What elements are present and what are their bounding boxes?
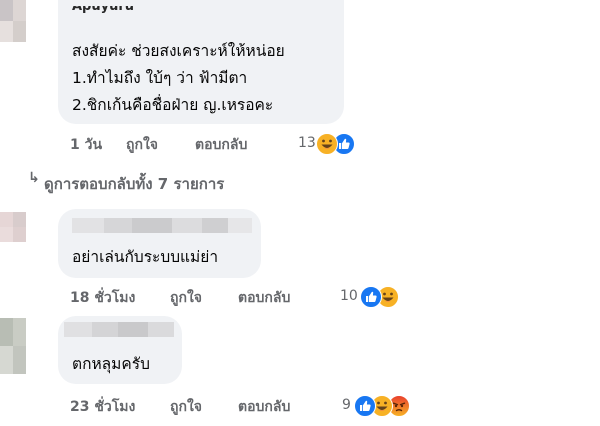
comment-time[interactable]: 23 ชั่วโมง <box>70 396 135 418</box>
comment-text-line: 1.ทำไมถึง ใบ้ๆ ว่า ฟ้ามีตา <box>72 69 248 87</box>
avatar[interactable] <box>0 318 26 374</box>
comment-text-line: ตกหลุมครับ <box>72 355 150 373</box>
like-button[interactable]: ถูกใจ <box>170 287 202 309</box>
reaction-count: 13 <box>298 135 316 151</box>
comment-text-line: 2.ชิกเก้นคือชื่อฝ่าย ญ.เหรอคะ <box>72 96 274 114</box>
like-icon <box>360 286 382 308</box>
comment-text-line: สงสัยค่ะ ช่วยสงเคราะห์ให้หน่อย <box>72 42 285 60</box>
reaction-count: 9 <box>342 397 351 413</box>
haha-icon <box>316 133 338 155</box>
reaction-count: 10 <box>340 288 358 304</box>
avatar[interactable] <box>0 212 26 242</box>
like-button[interactable]: ถูกใจ <box>126 134 158 156</box>
reply-button[interactable]: ตอบกลับ <box>238 287 290 309</box>
reaction-summary[interactable]: 9 <box>342 395 422 417</box>
like-button[interactable]: ถูกใจ <box>170 396 202 418</box>
comment-author[interactable] <box>72 218 252 233</box>
reply-arrow-icon: ↳ <box>28 170 40 186</box>
avatar[interactable] <box>0 0 26 42</box>
reply-button[interactable]: ตอบกลับ <box>195 134 247 156</box>
comment-time[interactable]: 1 วัน <box>70 134 102 156</box>
reaction-summary[interactable]: 13 <box>298 133 362 155</box>
comment-text-line: อย่าเล่นกับระบบแม่ย่า <box>72 248 219 266</box>
reaction-summary[interactable]: 10 <box>340 286 410 308</box>
comment-time[interactable]: 18 ชั่วโมง <box>70 287 135 309</box>
comment-author[interactable] <box>64 322 174 337</box>
reply-button[interactable]: ตอบกลับ <box>238 396 290 418</box>
like-icon <box>354 395 376 417</box>
view-replies-link[interactable]: ↳ ดูการตอบกลับทั้ง 7 รายการ <box>28 170 224 196</box>
